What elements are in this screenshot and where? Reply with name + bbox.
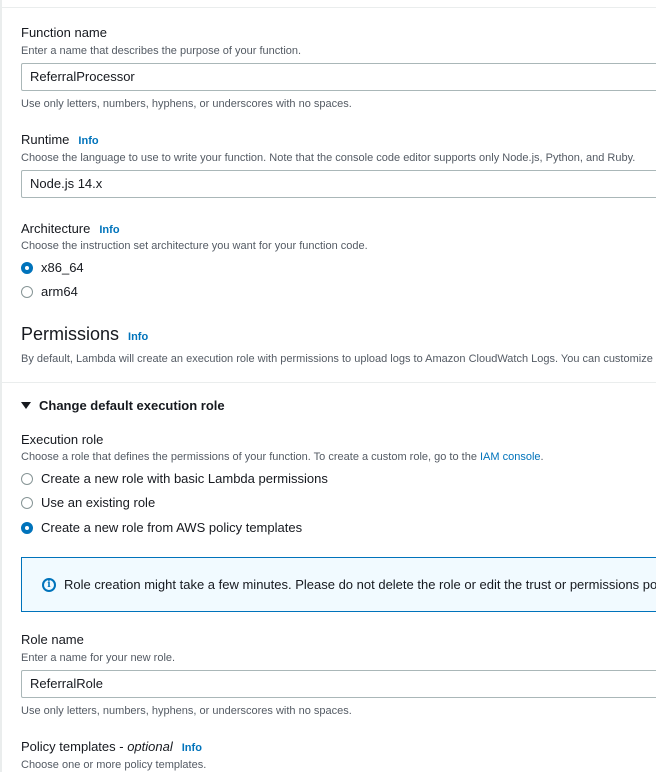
radio-unselected-icon[interactable] xyxy=(21,285,33,298)
permissions-description: By default, Lambda will create an execut… xyxy=(21,353,656,365)
role-option-basic[interactable]: Create a new role with basic Lambda perm… xyxy=(21,471,328,486)
architecture-option-label: arm64 xyxy=(41,284,78,299)
role-name-hint: Use only letters, numbers, hyphens, or u… xyxy=(21,705,352,717)
runtime-select[interactable]: Node.js 14.x xyxy=(21,170,656,198)
container-top-border xyxy=(0,7,656,8)
radio-selected-icon[interactable] xyxy=(21,261,33,274)
execution-role-description: Choose a role that defines the permissio… xyxy=(21,451,544,463)
runtime-label-row: Runtime Info xyxy=(21,132,99,147)
role-name-description: Enter a name for your new role. xyxy=(21,652,176,664)
execution-role-description-text: Choose a role that defines the permissio… xyxy=(21,451,480,463)
role-option-existing[interactable]: Use an existing role xyxy=(21,495,155,510)
policy-templates-optional: optional xyxy=(127,739,173,754)
execution-role-description-end: . xyxy=(540,451,544,463)
function-name-label: Function name xyxy=(21,25,107,40)
architecture-label-row: Architecture Info xyxy=(21,221,120,236)
role-name-label: Role name xyxy=(21,632,84,647)
runtime-info-link[interactable]: Info xyxy=(78,135,98,147)
caret-down-icon xyxy=(21,402,31,409)
permissions-title: Permissions xyxy=(21,324,120,344)
change-execution-role-label: Change default execution role xyxy=(39,398,225,413)
execution-role-label: Execution role xyxy=(21,432,104,447)
policy-templates-info-link[interactable]: Info xyxy=(182,742,202,754)
create-function-form: Function name Enter a name that describe… xyxy=(0,0,656,772)
permissions-header: Permissions Info xyxy=(21,324,148,345)
section-divider xyxy=(2,382,656,383)
architecture-description: Choose the instruction set architecture … xyxy=(21,240,368,252)
container-border xyxy=(0,0,2,772)
role-option-label: Use an existing role xyxy=(41,495,156,510)
policy-templates-label-row: Policy templates - optional Info xyxy=(21,739,202,754)
architecture-option-label: x86_64 xyxy=(41,260,84,275)
alert-message: Role creation might take a few minutes. … xyxy=(64,577,656,592)
architecture-info-link[interactable]: Info xyxy=(99,224,119,236)
radio-selected-icon[interactable] xyxy=(21,521,33,534)
role-option-label: Create a new role with basic Lambda perm… xyxy=(41,471,328,486)
permissions-info-link[interactable]: Info xyxy=(128,331,148,343)
info-circle-icon: i xyxy=(42,577,56,592)
change-execution-role-toggle[interactable]: Change default execution role xyxy=(21,398,225,413)
function-name-hint: Use only letters, numbers, hyphens, or u… xyxy=(21,98,352,110)
function-name-description: Enter a name that describes the purpose … xyxy=(21,45,302,57)
runtime-label: Runtime xyxy=(21,132,70,147)
role-creation-alert: i Role creation might take a few minutes… xyxy=(21,557,656,612)
iam-console-link[interactable]: IAM console xyxy=(480,451,541,463)
radio-unselected-icon[interactable] xyxy=(21,472,33,485)
function-name-input[interactable]: ReferralProcessor xyxy=(21,63,656,91)
policy-templates-label: Policy templates - xyxy=(21,739,128,754)
radio-unselected-icon[interactable] xyxy=(21,496,33,509)
architecture-option-arm64[interactable]: arm64 xyxy=(21,284,78,299)
role-option-label: Create a new role from AWS policy templa… xyxy=(41,520,303,535)
architecture-option-x86[interactable]: x86_64 xyxy=(21,260,84,275)
role-option-templates[interactable]: Create a new role from AWS policy templa… xyxy=(21,520,302,535)
architecture-label: Architecture xyxy=(21,221,91,236)
role-name-input[interactable]: ReferralRole xyxy=(21,670,656,698)
policy-templates-description: Choose one or more policy templates. xyxy=(21,759,207,771)
runtime-description: Choose the language to use to write your… xyxy=(21,152,636,164)
